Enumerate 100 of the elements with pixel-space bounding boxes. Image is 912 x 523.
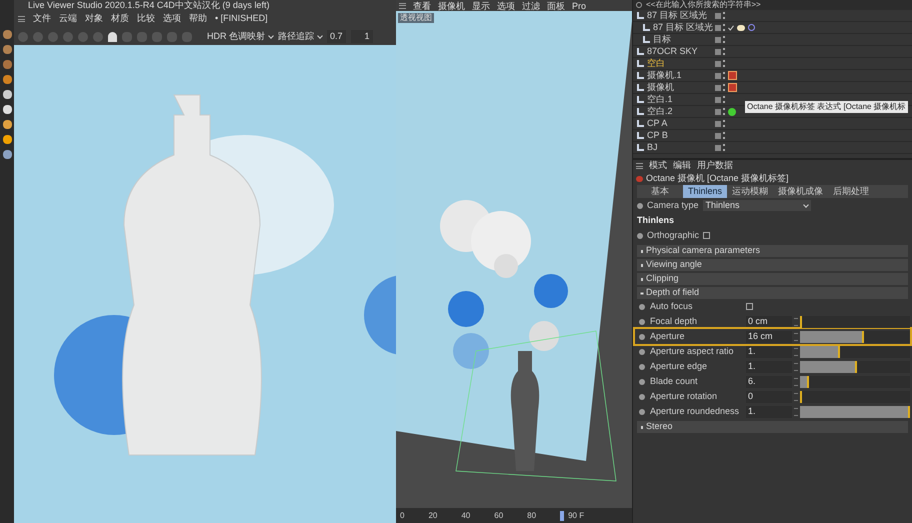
object-name[interactable]: 空白.2 xyxy=(647,104,673,118)
tab[interactable]: Thinlens xyxy=(683,185,728,198)
slider-fill[interactable] xyxy=(800,376,809,388)
value-field[interactable]: 1. xyxy=(746,346,792,358)
object-name[interactable]: 摄像机 xyxy=(647,80,674,94)
camera-tag-icon xyxy=(636,176,643,182)
param-label: Blade count xyxy=(650,374,699,388)
checkbox[interactable] xyxy=(703,232,710,239)
menu-item[interactable]: 显示 xyxy=(472,0,490,10)
object-name[interactable]: 目标 xyxy=(653,32,671,46)
kernel-dropdown[interactable]: 路径追踪 xyxy=(278,30,322,44)
menu-item[interactable]: 对象 xyxy=(85,12,103,26)
object-name[interactable]: 87 目标 区域光 xyxy=(653,20,714,34)
radio-icon[interactable] xyxy=(639,334,645,340)
radio-icon[interactable] xyxy=(639,408,645,414)
value-field[interactable]: 0.7 xyxy=(327,30,346,44)
param-label: Camera type xyxy=(647,198,699,212)
menu-item[interactable]: Pro xyxy=(572,0,586,10)
param-label: Aperture roundedness xyxy=(650,404,740,418)
menu-icon[interactable] xyxy=(399,2,406,8)
menu-item[interactable]: 比较 xyxy=(137,12,155,26)
tab[interactable]: 基本 xyxy=(637,185,683,198)
radio-icon[interactable] xyxy=(637,232,643,238)
slider-fill[interactable] xyxy=(800,360,858,372)
menu-item[interactable]: 云端 xyxy=(59,12,77,26)
param-label: Aperture edge xyxy=(650,360,708,373)
menu-icon[interactable] xyxy=(18,16,25,22)
object-name[interactable]: 空白.1 xyxy=(647,92,673,106)
menu-item[interactable]: 用户数据 xyxy=(697,159,733,173)
menu-item[interactable]: 材质 xyxy=(111,12,129,26)
radio-icon[interactable] xyxy=(639,394,645,400)
value-field[interactable]: 6. xyxy=(746,376,792,388)
param-label: Orthographic xyxy=(647,228,700,242)
material-tag-icon[interactable] xyxy=(728,108,736,116)
frame-field[interactable]: 90 F xyxy=(560,510,584,520)
timeline-tick: 0 xyxy=(400,510,404,520)
slider-fill[interactable] xyxy=(800,406,910,418)
param-label: Focal depth xyxy=(650,314,698,328)
timeline-tick: 20 xyxy=(428,510,438,520)
radio-icon[interactable] xyxy=(639,348,645,354)
param-label: Aperture xyxy=(650,330,686,343)
timeline-tick: 80 xyxy=(527,510,536,520)
menu-item[interactable]: 编辑 xyxy=(673,159,691,173)
section-header[interactable]: Physical camera parameters xyxy=(637,245,908,257)
slider-fill[interactable] xyxy=(800,346,840,358)
value-field[interactable]: 1 xyxy=(350,30,373,44)
menu-item[interactable]: 过滤 xyxy=(522,0,540,10)
object-name[interactable]: BJ xyxy=(647,140,658,154)
menu-icon[interactable] xyxy=(636,163,643,169)
value-field[interactable]: 0 cm xyxy=(746,316,792,328)
object-name[interactable]: CP B xyxy=(647,128,668,142)
object-name[interactable]: 摄像机.1 xyxy=(647,68,682,82)
section-heading: Thinlens xyxy=(636,214,676,227)
search-icon[interactable] xyxy=(636,2,642,8)
section-header[interactable]: Clipping xyxy=(637,273,908,285)
menu-item[interactable]: 面板 xyxy=(547,0,565,10)
value-field[interactable]: 0 xyxy=(746,390,792,402)
menu-item[interactable]: 摄像机 xyxy=(438,0,465,10)
section-header[interactable]: Stereo xyxy=(637,421,908,433)
window-title: Live Viewer Studio 2020.1.5-R4 C4D中文站汉化 (9 days left) xyxy=(27,0,270,10)
check-icon xyxy=(728,24,734,30)
param-label: Aperture rotation xyxy=(650,390,718,403)
radio-icon[interactable] xyxy=(639,378,645,384)
tab[interactable]: 摄像机成像 xyxy=(773,185,828,198)
radio-icon[interactable] xyxy=(637,202,643,208)
object-title: Octane 摄像机 [Octane 摄像机标签] xyxy=(646,172,789,185)
camera-type-dropdown[interactable]: Thinlens xyxy=(702,200,811,211)
tonemap-dropdown[interactable]: HDR 色调映射 xyxy=(207,30,273,44)
object-name[interactable]: 87OCR SKY xyxy=(647,44,698,58)
menu-item[interactable]: 选项 xyxy=(163,12,181,26)
radio-icon[interactable] xyxy=(639,364,645,370)
object-name[interactable]: 空白 xyxy=(647,56,665,70)
timeline-tick: 40 xyxy=(461,510,470,520)
section-header[interactable]: Depth of field xyxy=(637,287,908,299)
slider-fill[interactable] xyxy=(800,330,864,342)
param-label: Aperture aspect ratio xyxy=(650,344,735,358)
value-field[interactable]: 16 cm xyxy=(746,330,792,342)
radio-icon[interactable] xyxy=(639,318,645,324)
light-tag-icon[interactable] xyxy=(737,24,745,30)
lock-icon[interactable] xyxy=(108,32,117,42)
tab[interactable]: 运动模糊 xyxy=(727,185,774,198)
menu-item[interactable]: 模式 xyxy=(649,159,667,173)
render-status: • [FINISHED] xyxy=(215,12,268,26)
menu-item[interactable]: 文件 xyxy=(33,12,51,26)
target-tag-icon[interactable] xyxy=(748,24,755,31)
checkbox[interactable] xyxy=(746,303,753,310)
value-field[interactable]: 1. xyxy=(746,406,792,418)
value-field[interactable]: 1. xyxy=(746,360,792,372)
menu-item[interactable]: 帮助 xyxy=(189,12,207,26)
tooltip: Octane 摄像机标签 表达式 [Octane 摄像机标 xyxy=(745,101,908,113)
section-header[interactable]: Viewing angle xyxy=(637,259,908,271)
radio-icon[interactable] xyxy=(639,304,645,310)
object-name[interactable]: CP A xyxy=(647,116,668,130)
tab[interactable]: 后期处理 xyxy=(828,185,874,198)
param-label: Auto focus xyxy=(650,300,694,313)
timeline-tick: 60 xyxy=(494,510,504,520)
object-name[interactable]: 87 目标 区域光 xyxy=(647,10,708,22)
menu-item[interactable]: 选项 xyxy=(497,0,515,10)
menu-item[interactable]: 查看 xyxy=(413,0,431,10)
viewport-label: 透视视图 xyxy=(398,13,434,23)
